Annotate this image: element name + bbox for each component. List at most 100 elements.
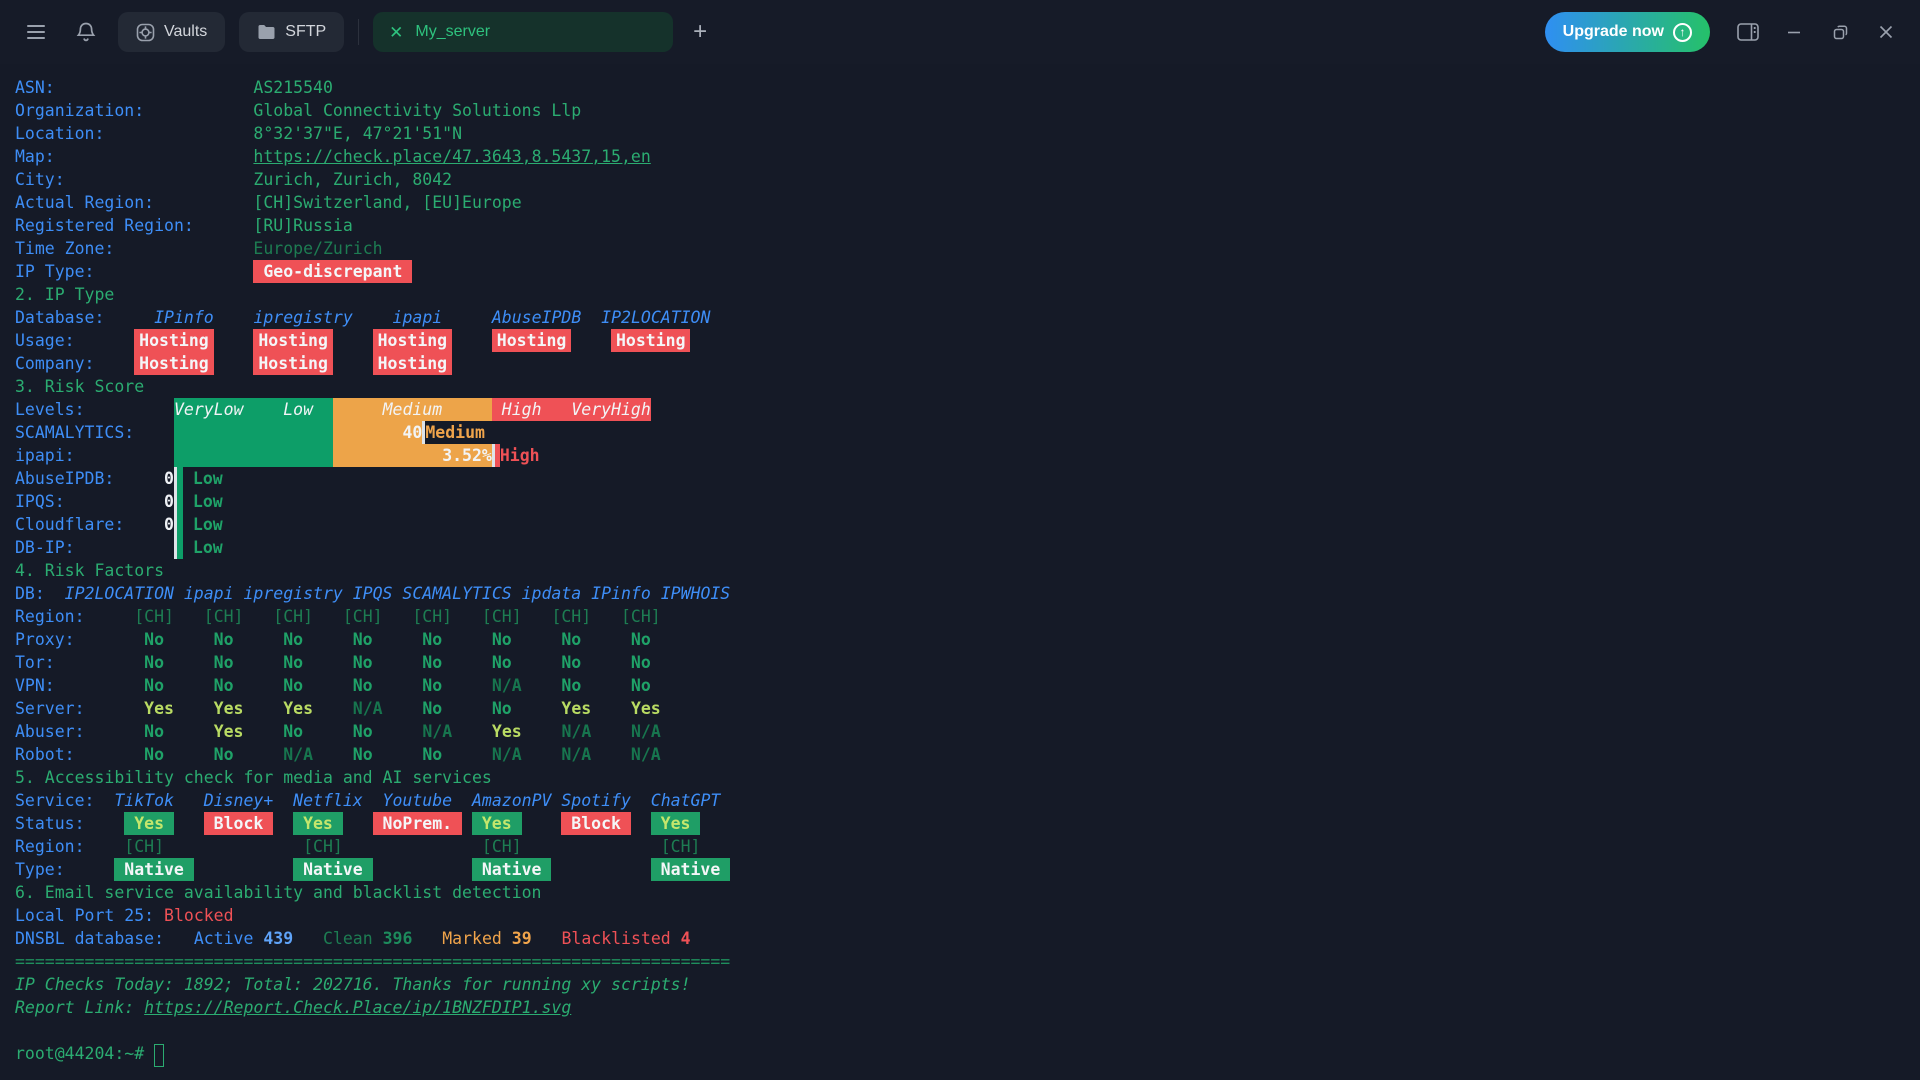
terminal-segment bbox=[522, 812, 562, 835]
terminal-line bbox=[15, 1019, 1920, 1042]
terminal-segment: Time Zone: bbox=[15, 237, 253, 260]
terminal-segment: VeryLow Low bbox=[174, 398, 333, 421]
restore-icon bbox=[1833, 25, 1848, 40]
tab-separator bbox=[358, 19, 359, 45]
terminal-line: Levels: VeryLow Low Medium High VeryHigh bbox=[15, 398, 1920, 421]
terminal-segment: [RU]Russia bbox=[253, 214, 352, 237]
terminal-segment bbox=[183, 513, 193, 536]
tab-my-server-label: My_server bbox=[415, 23, 490, 41]
terminal-segment bbox=[412, 927, 442, 950]
terminal-segment: [CH] [CH] [CH] [CH] [CH] [CH] [CH] [CH] bbox=[134, 605, 661, 628]
bell-icon bbox=[76, 21, 96, 43]
terminal-segment: Hosting bbox=[134, 352, 213, 375]
terminal-segment: NoPrem. bbox=[373, 812, 462, 835]
map-link[interactable]: https://check.place/47.3643,8.5437,15,en bbox=[253, 145, 650, 168]
notifications-button[interactable] bbox=[68, 14, 104, 50]
terminal-segment bbox=[442, 306, 492, 329]
terminal-segment: Region: bbox=[15, 835, 124, 858]
menu-button[interactable] bbox=[18, 14, 54, 50]
terminal-segment: [CH]Switzerland, [EU]Europe bbox=[253, 191, 521, 214]
terminal-segment: N/A bbox=[283, 743, 313, 766]
terminal-segment: Yes Yes bbox=[561, 697, 660, 720]
terminal-segment: Levels: bbox=[15, 398, 174, 421]
terminal-segment: Report Link: bbox=[15, 996, 144, 1019]
maximize-button[interactable] bbox=[1820, 12, 1860, 52]
terminal-line: Abuser: No Yes No No N/A Yes N/A N/A bbox=[15, 720, 1920, 743]
upgrade-button[interactable]: Upgrade now ↑ bbox=[1545, 12, 1710, 52]
terminal-line: ASN: AS215540 bbox=[15, 76, 1920, 99]
terminal-segment: Block bbox=[204, 812, 274, 835]
folder-icon bbox=[257, 24, 276, 40]
terminal-segment: ASN: bbox=[15, 76, 253, 99]
terminal-segment: 6. Email service availability and blackl… bbox=[15, 881, 542, 904]
terminal-segment bbox=[522, 720, 562, 743]
terminal-segment bbox=[214, 306, 254, 329]
terminal-segment: DNSBL database: bbox=[15, 927, 194, 950]
terminal-segment: IPQS: bbox=[15, 490, 164, 513]
terminal-segment bbox=[343, 812, 373, 835]
terminal-line: Region: [CH] [CH] [CH] [CH] bbox=[15, 835, 1920, 858]
terminal-line: 2. IP Type bbox=[15, 283, 1920, 306]
terminal-segment: SCAMALYTICS: bbox=[15, 421, 174, 444]
terminal-segment: Low bbox=[193, 490, 223, 513]
tab-vaults[interactable]: Vaults bbox=[118, 12, 225, 52]
terminal-segment: 439 bbox=[263, 927, 293, 950]
terminal-line: Cloudflare: 0 Low bbox=[15, 513, 1920, 536]
report-link[interactable]: https://Report.Check.Place/ip/1BNZFDIP1.… bbox=[144, 996, 571, 1019]
terminal-segment: Hosting bbox=[373, 329, 452, 352]
terminal-segment: Usage: bbox=[15, 329, 134, 352]
terminal-segment bbox=[293, 927, 323, 950]
terminal-segment bbox=[333, 329, 373, 352]
terminal-segment: Local Port 25: bbox=[15, 904, 164, 927]
terminal-segment: High VeryHigh bbox=[492, 398, 651, 421]
terminal-segment: Tor: bbox=[15, 651, 144, 674]
terminal-segment: [CH] [CH] [CH] [CH] bbox=[124, 835, 700, 858]
terminal-segment: 4. Risk Factors bbox=[15, 559, 164, 582]
terminal-segment: Low bbox=[193, 536, 223, 559]
panel-toggle-button[interactable] bbox=[1728, 12, 1768, 52]
terminal-segment bbox=[373, 858, 472, 881]
terminal-segment: Low bbox=[193, 513, 223, 536]
tab-close-icon[interactable]: ✕ bbox=[389, 24, 403, 41]
upgrade-label: Upgrade now bbox=[1563, 23, 1664, 41]
terminal-segment bbox=[273, 812, 293, 835]
ip-type-badge: Geo-discrepant bbox=[253, 260, 412, 283]
terminal-segment: N/A bbox=[492, 674, 522, 697]
terminal-segment: Organization: bbox=[15, 99, 253, 122]
new-tab-button[interactable]: + bbox=[687, 18, 713, 46]
terminal-line: DB-IP: Low bbox=[15, 536, 1920, 559]
terminal-segment: Medium bbox=[425, 421, 485, 444]
terminal-line: Registered Region: [RU]Russia bbox=[15, 214, 1920, 237]
terminal-line: Tor: No No No No No No No No bbox=[15, 651, 1920, 674]
terminal-segment bbox=[383, 697, 423, 720]
terminal-segment: IPinfo bbox=[154, 306, 214, 329]
terminal-segment: No No No No No bbox=[144, 674, 492, 697]
terminal-segment: Native bbox=[651, 858, 730, 881]
terminal-line: Usage: Hosting Hosting Hosting Hosting H… bbox=[15, 329, 1920, 352]
terminal-line: Map: https://check.place/47.3643,8.5437,… bbox=[15, 145, 1920, 168]
terminal-segment bbox=[183, 536, 193, 559]
terminal-line: Status: Yes Block Yes NoPrem. Yes Block … bbox=[15, 812, 1920, 835]
arrow-up-icon: ↑ bbox=[1673, 23, 1692, 42]
terminal-segment: Europe/Zurich bbox=[253, 237, 382, 260]
terminal-segment: No No bbox=[561, 674, 650, 697]
terminal-segment: Yes bbox=[214, 720, 244, 743]
terminal-segment: Service: bbox=[15, 789, 114, 812]
terminal-segment: Zurich, Zurich, 8042 bbox=[253, 168, 452, 191]
terminal-segment: Proxy: bbox=[15, 628, 144, 651]
terminal-line: Actual Region: [CH]Switzerland, [EU]Euro… bbox=[15, 191, 1920, 214]
tab-sftp[interactable]: SFTP bbox=[239, 12, 344, 52]
terminal-line: ipapi: 3.52%High bbox=[15, 444, 1920, 467]
terminal-segment: No No bbox=[283, 720, 422, 743]
tab-my-server[interactable]: ✕ My_server bbox=[373, 12, 673, 52]
terminal-line: Organization: Global Connectivity Soluti… bbox=[15, 99, 1920, 122]
terminal-segment: 39 bbox=[512, 927, 532, 950]
terminal-segment: No No No No No No No No bbox=[144, 628, 651, 651]
close-button[interactable] bbox=[1866, 12, 1906, 52]
terminal-segment: Robot: bbox=[15, 743, 144, 766]
minimize-button[interactable] bbox=[1774, 12, 1814, 52]
terminal-segment bbox=[631, 812, 651, 835]
terminal-segment: Region: bbox=[15, 605, 134, 628]
terminal[interactable]: ASN: AS215540Organization: Global Connec… bbox=[0, 64, 1920, 1065]
terminal-segment: 0 bbox=[164, 513, 174, 536]
